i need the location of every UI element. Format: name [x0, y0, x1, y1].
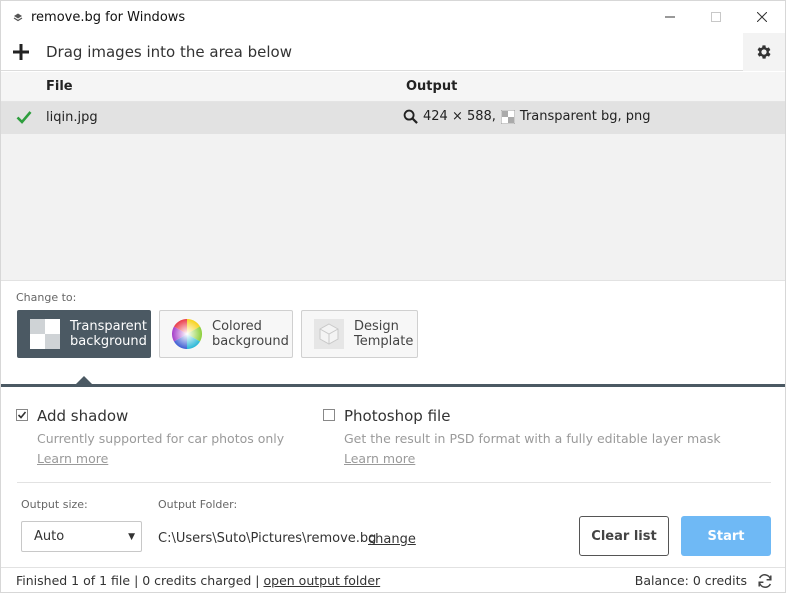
list-header: File Output	[1, 72, 785, 102]
checkerboard-icon	[30, 319, 60, 349]
gear-icon	[757, 45, 771, 59]
table-row[interactable]: liqin.jpg 424 × 588, Transparent bg, png	[1, 102, 785, 134]
transparent-background-option[interactable]: Transparent background	[17, 310, 151, 358]
status-summary: Finished 1 of 1 file | 0 credits charged…	[16, 573, 381, 588]
option-label: Transparent background	[70, 319, 147, 349]
credit-balance: Balance: 0 credits	[634, 573, 747, 588]
output-info: 424 × 588, Transparent bg, png	[403, 109, 651, 124]
window-controls	[647, 1, 785, 33]
close-button[interactable]	[739, 1, 785, 33]
app-window: remove.bg for Windows Drag images into t…	[0, 0, 786, 593]
cube-icon	[314, 319, 344, 349]
toolbar: Drag images into the area below	[1, 33, 785, 71]
add-shadow-option: Add shadow Currently supported for car p…	[16, 407, 284, 467]
status-bar: Finished 1 of 1 file | 0 credits charged…	[1, 567, 785, 593]
add-shadow-label[interactable]: Add shadow	[37, 407, 284, 425]
window-title: remove.bg for Windows	[31, 9, 186, 25]
checkmark-icon	[16, 111, 32, 124]
photoshop-file-checkbox[interactable]	[323, 409, 335, 421]
change-to-label: Change to:	[16, 291, 77, 304]
output-format: Transparent bg, png	[519, 109, 651, 124]
add-shadow-checkbox[interactable]	[16, 409, 28, 421]
drag-hint: Drag images into the area below	[46, 42, 292, 61]
title-bar: remove.bg for Windows	[1, 1, 785, 33]
output-size-select[interactable]: Auto ▼	[21, 521, 142, 552]
settings-button[interactable]	[743, 33, 785, 71]
app-icon	[13, 13, 23, 22]
selection-pointer	[76, 376, 92, 384]
close-icon	[757, 12, 767, 22]
dropdown-caret-icon: ▼	[128, 532, 135, 542]
output-size-label: Output size:	[21, 498, 88, 511]
photoshop-file-option: Photoshop file Get the result in PSD for…	[323, 407, 721, 467]
file-list[interactable]: File Output liqin.jpg 424 × 588, Transpa…	[1, 72, 785, 281]
clear-list-button[interactable]: Clear list	[579, 516, 669, 556]
magnifier-icon[interactable]	[403, 109, 418, 124]
checkmark-icon	[17, 411, 27, 419]
panel-divider	[1, 384, 785, 387]
transparent-bg-icon	[500, 109, 515, 124]
section-divider	[17, 482, 771, 483]
photoshop-learn-more-link[interactable]: Learn more	[344, 451, 415, 466]
colored-background-option[interactable]: Colored background	[159, 310, 293, 358]
minimize-button[interactable]	[647, 1, 693, 33]
file-name: liqin.jpg	[46, 110, 98, 125]
refresh-icon[interactable]	[757, 573, 773, 589]
output-dimensions: 424 × 588,	[423, 109, 496, 124]
photoshop-file-description: Get the result in PSD format with a full…	[344, 431, 721, 446]
option-label: Colored background	[212, 319, 289, 349]
output-folder-label: Output Folder:	[158, 498, 238, 511]
output-folder-path: C:\Users\Suto\Pictures\remove.bg	[158, 531, 377, 546]
design-template-option[interactable]: Design Template	[301, 310, 418, 358]
start-button[interactable]: Start	[681, 516, 771, 556]
photoshop-file-label[interactable]: Photoshop file	[344, 407, 721, 425]
output-size-value: Auto	[34, 529, 65, 544]
maximize-icon	[711, 12, 721, 22]
column-header-output[interactable]: Output	[406, 79, 457, 94]
add-shadow-description: Currently supported for car photos only	[37, 431, 285, 446]
maximize-button[interactable]	[693, 1, 739, 33]
color-wheel-icon	[172, 319, 202, 349]
add-shadow-learn-more-link[interactable]: Learn more	[37, 451, 108, 466]
add-images-button[interactable]	[1, 33, 41, 71]
change-folder-link[interactable]: change	[368, 532, 416, 547]
column-header-file[interactable]: File	[46, 79, 73, 94]
open-output-folder-link[interactable]: open output folder	[264, 573, 381, 588]
plus-icon	[13, 43, 29, 60]
minimize-icon	[665, 16, 675, 18]
option-label: Design Template	[354, 319, 414, 349]
